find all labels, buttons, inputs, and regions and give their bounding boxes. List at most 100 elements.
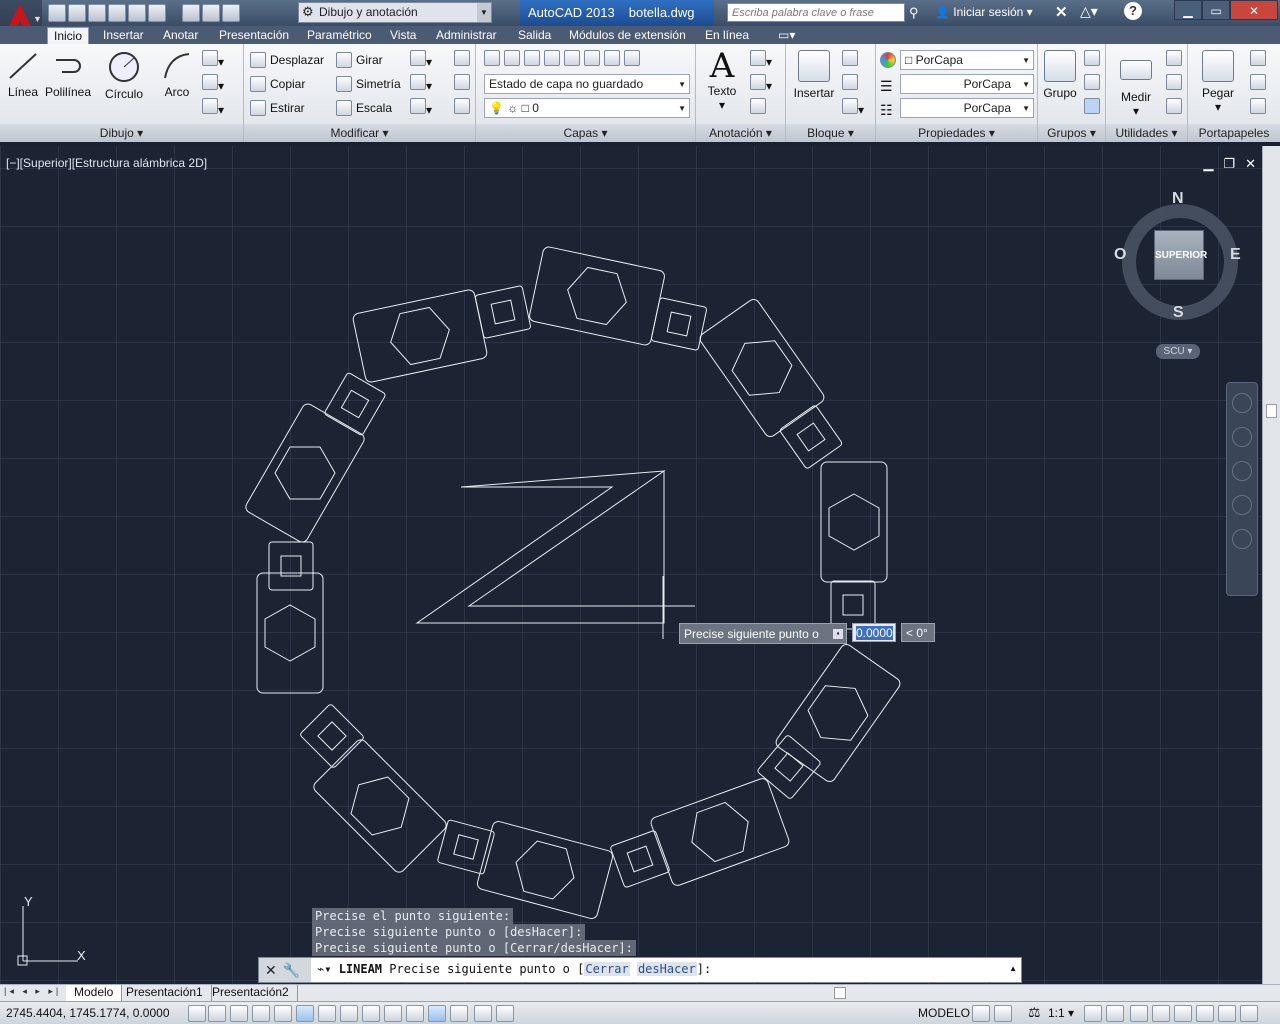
bulb-status-icon[interactable] (1218, 1005, 1236, 1022)
undo-icon[interactable] (202, 4, 220, 22)
ungroup-icon[interactable] (1084, 50, 1100, 69)
layer-state-dropdown[interactable]: Estado de capa no guardado ▼ (484, 74, 690, 94)
open-file-icon[interactable] (68, 4, 86, 22)
pan-icon[interactable] (1232, 427, 1252, 447)
group-edit-icon[interactable] (1084, 74, 1100, 93)
layer-match-icon[interactable] (584, 50, 600, 66)
panel-anotacion-label[interactable]: Anotación ▾ (696, 124, 785, 142)
scroll-thumb[interactable] (1266, 404, 1277, 418)
close-commandline-icon[interactable]: ✕ (265, 962, 277, 978)
binoculars-icon[interactable]: ⚲ (909, 5, 919, 21)
redo-icon[interactable] (222, 4, 240, 22)
paste-button[interactable]: Pegar ▾ (1196, 50, 1240, 114)
steering-wheel-icon[interactable] (1232, 393, 1252, 413)
cut-icon[interactable] (128, 4, 146, 22)
print-icon[interactable] (182, 4, 200, 22)
layer-dropdown[interactable]: 💡 ☼ □ 0 ▼ (484, 98, 690, 118)
signin-button[interactable]: 👤 Iniciar sesión ▾ (935, 5, 1033, 19)
dynamic-input-length[interactable]: 0.0000 (852, 623, 896, 642)
help-icon[interactable]: ? (1124, 2, 1142, 20)
workspace-dropdown[interactable]: ⚙ Dibujo y anotación ▼ (298, 2, 492, 23)
tab-salida[interactable]: Salida (512, 27, 557, 44)
mirror-button[interactable]: Simetría (336, 74, 401, 94)
selection-cycling-icon[interactable] (474, 1005, 492, 1022)
text-button[interactable]: A Texto ▾ (702, 48, 742, 112)
match-icon[interactable] (1250, 98, 1266, 117)
compass-north[interactable]: N (1172, 190, 1184, 208)
exchange-icon[interactable]: ✕ (1055, 3, 1068, 21)
group-button[interactable]: Grupo (1042, 50, 1078, 100)
object-snap-tracking-icon[interactable] (340, 1005, 358, 1022)
dimension-icon[interactable]: ▾ (750, 50, 772, 69)
option-deshacer[interactable]: desHacer (636, 962, 697, 976)
layer-isolate-icon[interactable] (524, 50, 540, 66)
tab-presentacion1[interactable]: Presentación1 (118, 985, 212, 1001)
tab-modulos[interactable]: Módulos de extensión (563, 27, 692, 44)
restore-button[interactable]: ▭ (1202, 0, 1230, 20)
lineweight-dropdown[interactable]: PorCapa ▼ (900, 98, 1034, 118)
model-space-label[interactable]: MODELO (918, 1006, 970, 1020)
layer-walk-icon[interactable] (624, 50, 640, 66)
quick-view-drawings-icon[interactable] (994, 1005, 1012, 1022)
annotation-scale-icon[interactable]: ⚖ (1028, 1004, 1041, 1021)
lock-ui-icon[interactable] (1152, 1005, 1170, 1022)
a360-icon[interactable]: △▾ (1080, 3, 1098, 20)
hatch-icon[interactable]: ▾ (202, 74, 224, 93)
showmotion-icon[interactable] (1232, 529, 1252, 549)
layer-freeze-icon[interactable] (544, 50, 560, 66)
compass-east[interactable]: E (1230, 246, 1241, 264)
scale-button[interactable]: Escala (336, 98, 392, 118)
horizontal-scroll-thumb[interactable] (834, 987, 846, 999)
insert-button[interactable]: Insertar (792, 50, 836, 100)
panel-bloque-label[interactable]: Bloque ▾ (786, 124, 875, 142)
edit-block-icon[interactable] (842, 74, 858, 93)
grid-display-icon[interactable] (230, 1005, 248, 1022)
compass-west[interactable]: O (1114, 246, 1126, 264)
annotation-visibility-icon[interactable] (1084, 1005, 1102, 1022)
isolate-objects-icon[interactable] (1196, 1005, 1214, 1022)
group-select-icon[interactable] (1084, 98, 1100, 117)
lineweight-toggle-icon[interactable] (406, 1005, 424, 1022)
paste-icon[interactable] (148, 4, 166, 22)
color-dropdown[interactable]: □ PorCapa ▼ (900, 50, 1034, 70)
layout-nav-arrows[interactable]: |◂ ◂ ▸ ▸| (4, 986, 61, 997)
infer-constraints-icon[interactable] (188, 1005, 206, 1022)
drawing-canvas[interactable]: Y X (0, 146, 1262, 984)
save-icon[interactable] (88, 4, 106, 22)
explode-icon[interactable] (454, 74, 470, 93)
measure-button[interactable]: Medir ▾ (1114, 50, 1158, 118)
array-icon[interactable]: ▾ (410, 98, 432, 117)
object-snap-icon[interactable] (296, 1005, 314, 1022)
linetype-dropdown[interactable]: PorCapa ▼ (900, 74, 1034, 94)
copy-button[interactable]: Copiar (250, 74, 305, 94)
trim-icon[interactable]: ▾ (410, 50, 432, 69)
layer-off-icon[interactable] (504, 50, 520, 66)
viewcube[interactable]: SUPERIOR N S E O (1114, 186, 1242, 326)
customize-wrench-icon[interactable]: 🔧 (283, 962, 300, 978)
quick-properties-icon[interactable] (450, 1005, 468, 1022)
panel-portapapeles-label[interactable]: Portapapeles (1188, 124, 1280, 142)
orbit-icon[interactable] (1232, 495, 1252, 515)
annotation-scale[interactable]: 1:1 ▾ (1048, 1006, 1074, 1020)
zoom-icon[interactable] (1232, 461, 1252, 481)
quick-view-layouts-icon[interactable] (972, 1005, 990, 1022)
arc-button[interactable]: Arco (160, 50, 194, 99)
tab-inicio[interactable]: Inicio (47, 27, 90, 44)
tab-modelo[interactable]: Modelo (66, 985, 123, 1001)
coordinates-readout[interactable]: 2745.4404, 1745.1774, 0.0000 (6, 1006, 170, 1020)
match-properties-icon[interactable] (880, 52, 896, 71)
ortho-mode-icon[interactable] (252, 1005, 270, 1022)
panel-utilidades-label[interactable]: Utilidades ▾ (1106, 124, 1187, 142)
polyline-button[interactable]: Polilínea (44, 50, 92, 99)
panel-dibujo-label[interactable]: Dibujo ▾ (0, 124, 243, 142)
new-file-icon[interactable] (48, 4, 66, 22)
tab-presentacion2[interactable]: Presentación2 (204, 985, 298, 1001)
ellipse-icon[interactable]: ▾ (202, 98, 224, 117)
stretch-button[interactable]: Estirar (250, 98, 305, 118)
calculator-icon[interactable] (1166, 98, 1182, 117)
option-cerrar[interactable]: Cerrar (584, 962, 630, 976)
tab-anotar[interactable]: Anotar (157, 27, 204, 44)
ribbon-options-icon[interactable]: ▭▾ (772, 27, 801, 44)
layer-lock-icon[interactable] (564, 50, 580, 66)
panel-modificar-label[interactable]: Modificar ▾ (244, 124, 475, 142)
